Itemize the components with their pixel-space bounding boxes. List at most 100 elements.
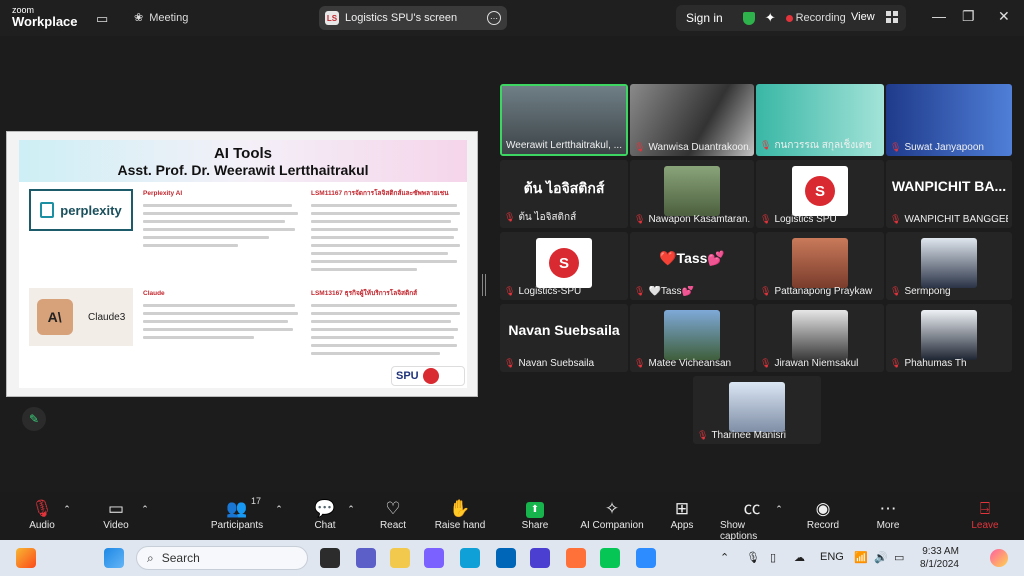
copilot-tray-icon[interactable] <box>990 549 1008 567</box>
slide-title: AI Tools <box>213 144 273 162</box>
perplexity-description: Perplexity AI <box>143 190 301 247</box>
screen-share-indicator[interactable]: LS Logistics SPU's screen ⋯ <box>319 6 507 30</box>
audio-button[interactable]: 🎙 Audio <box>28 498 56 538</box>
zoom-taskbar-icon[interactable] <box>636 548 656 568</box>
notification-icon[interactable]: ▭ <box>96 11 108 27</box>
wifi-icon[interactable]: 📶 <box>854 551 868 564</box>
ai-companion-button[interactable]: ✧ AI Companion <box>580 498 644 538</box>
participants-options-caret[interactable]: ⌃ <box>274 498 284 538</box>
participant-tile[interactable]: ❤️Tass💕 🎙 🤍Tass💕 <box>630 232 754 300</box>
zoom-window: zoom Workplace ▭ ❀ Meeting LS Logistics … <box>0 0 1024 576</box>
sign-in-button[interactable]: Sign in <box>686 11 723 25</box>
participant-tile[interactable]: 🎙 Jirawan Niemsakul <box>756 304 884 372</box>
muted-mic-icon: 🎙 <box>890 286 902 296</box>
title-bar: zoom Workplace ▭ ❀ Meeting LS Logistics … <box>0 0 1024 36</box>
meeting-info[interactable]: ❀ Meeting <box>134 11 188 25</box>
record-circle-icon: ◉ <box>815 499 831 518</box>
participant-tile[interactable]: ต้น ไอจิสติกส์ 🎙 ต้น ไอจิสติกส์ <box>500 160 628 228</box>
cloud-icon[interactable]: ☁ <box>794 551 805 564</box>
firefox-icon[interactable] <box>566 548 586 568</box>
chat-button[interactable]: 💬 Chat <box>312 498 338 538</box>
participant-tile[interactable]: 🎙 Pattanapong Praykaw <box>756 232 884 300</box>
muted-mic-icon: 🎙 <box>890 142 902 152</box>
pane-splitter-handle[interactable] <box>482 274 486 296</box>
participant-tile[interactable]: WANPICHIT BA... 🎙 WANPICHIT BANGGEEN <box>886 160 1012 228</box>
edge-icon[interactable] <box>460 548 480 568</box>
system-clock[interactable]: 9:33 AM 8/1/2024 <box>920 545 959 571</box>
participant-avatar <box>664 310 720 360</box>
shared-screen: AI Tools Asst. Prof. Dr. Weerawit Lertth… <box>6 131 478 397</box>
hidden-icons-chevron[interactable]: ⌃ <box>720 551 729 564</box>
battery-icon[interactable]: ▭ <box>894 551 904 564</box>
file-explorer-icon[interactable] <box>390 548 410 568</box>
widgets-icon[interactable] <box>16 548 36 568</box>
annotate-pencil-icon[interactable]: ✎ <box>22 407 46 431</box>
participant-avatar <box>921 238 977 288</box>
copilot-icon[interactable] <box>424 548 444 568</box>
line-icon[interactable] <box>600 548 620 568</box>
apps-button[interactable]: ⊞ Apps <box>668 498 696 538</box>
captions-options-caret[interactable]: ⌃ <box>774 498 784 538</box>
react-button[interactable]: ♡ React <box>378 498 408 538</box>
participant-tile[interactable]: 🎙 Nawapon Kasamtaran... <box>630 160 754 228</box>
record-button[interactable]: ◉ Record <box>806 498 840 538</box>
language-indicator[interactable]: ENG <box>820 551 844 563</box>
video-camera-icon: ▭ <box>107 499 125 518</box>
minimize-icon[interactable]: — <box>932 8 946 24</box>
anthropic-icon: A\ <box>36 299 73 335</box>
microphone-tray-icon[interactable]: 🎙 <box>746 551 760 564</box>
participant-tile[interactable]: 🎙 กนกวรรณ สกุลเช็งเดช <box>756 84 884 156</box>
participant-tile[interactable]: 🎙 Matee Vicheansan <box>630 304 754 372</box>
participant-tile[interactable]: Weerawit Lertthaitrakul, ... <box>500 84 628 156</box>
cc-icon: ㏄ <box>743 499 761 518</box>
teams-icon[interactable] <box>356 548 376 568</box>
muted-mic-icon: 🎙 <box>697 430 709 440</box>
restore-icon[interactable]: ❐ <box>962 8 975 25</box>
participant-tile[interactable]: 🎙 Wanwisa Duantrakoon... <box>630 84 754 156</box>
participant-tile[interactable]: 🎙 Phahumas Th <box>886 304 1012 372</box>
muted-mic-icon: 🎙 <box>504 286 516 296</box>
perplexity-logo: perplexity <box>29 189 133 231</box>
more-button[interactable]: ⋯ More <box>874 498 902 538</box>
more-options-icon[interactable]: ⋯ <box>487 11 501 25</box>
participant-tile[interactable]: S 🎙 Logistics SPU <box>756 160 884 228</box>
muted-mic-icon: 🎙 <box>890 358 902 368</box>
audio-options-caret[interactable]: ⌃ <box>62 498 72 538</box>
presentation-slide: AI Tools Asst. Prof. Dr. Weerawit Lertth… <box>19 140 467 388</box>
meeting-icon: ❀ <box>134 12 144 24</box>
start-windows-icon[interactable] <box>104 548 124 568</box>
more-dots-icon: ⋯ <box>879 499 897 518</box>
raise-hand-button[interactable]: ✋ Raise hand <box>434 498 486 538</box>
record-dot-icon <box>785 14 793 22</box>
phone-link-icon[interactable]: ▯ <box>770 551 776 564</box>
taskbar-search[interactable]: ⌕ Search <box>136 546 308 570</box>
participant-tile[interactable]: Navan Suebsaila 🎙 Navan Suebsaila <box>500 304 628 372</box>
outlook-icon[interactable] <box>496 548 516 568</box>
app-icon[interactable] <box>530 548 550 568</box>
close-icon[interactable]: ✕ <box>998 8 1010 25</box>
share-screen-button[interactable]: ⬆ Share <box>520 498 550 538</box>
hand-icon: ✋ <box>449 499 471 518</box>
video-button[interactable]: ▭ Video <box>102 498 130 538</box>
leave-button[interactable]: ⍈ Leave <box>970 498 1000 538</box>
volume-icon[interactable]: 🔊 <box>874 551 888 564</box>
participant-tile[interactable]: 🎙 Suwat Janyapoon <box>886 84 1012 156</box>
participant-avatar <box>664 166 720 216</box>
video-options-caret[interactable]: ⌃ <box>140 498 150 538</box>
chat-options-caret[interactable]: ⌃ <box>346 498 356 538</box>
participant-tile[interactable]: S 🎙 Logistics-SPU <box>500 232 628 300</box>
view-button[interactable]: View <box>851 11 875 23</box>
task-view-icon[interactable] <box>320 548 340 568</box>
ai-sparkle-icon[interactable]: ✦ <box>765 10 776 26</box>
muted-mic-icon: 🎙 <box>504 358 516 368</box>
muted-mic-icon: 🎙 <box>634 358 646 368</box>
participant-avatar <box>729 382 785 432</box>
grid-view-icon[interactable] <box>886 11 898 23</box>
participant-tile[interactable]: 🎙 Tharinee Manisri <box>693 376 821 444</box>
encryption-shield-icon[interactable] <box>742 11 755 25</box>
logistics-spu-avatar: S <box>792 166 848 216</box>
participant-tile[interactable]: 🎙 Sermpong <box>886 232 1012 300</box>
logistics-spu-avatar: S <box>536 238 592 288</box>
apps-grid-icon: ⊞ <box>674 499 690 518</box>
recording-indicator[interactable]: Recording <box>785 12 846 24</box>
